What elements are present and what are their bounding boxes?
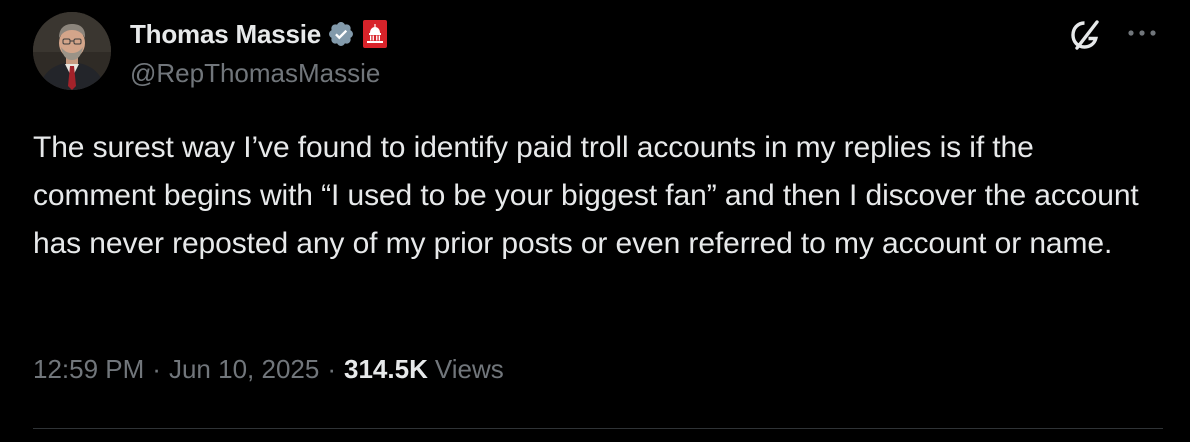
more-options-icon[interactable] bbox=[1122, 16, 1162, 50]
post-date[interactable]: Jun 10, 2025 bbox=[169, 354, 319, 385]
author-display-name[interactable]: Thomas Massie bbox=[130, 19, 321, 50]
author-handle[interactable]: @RepThomasMassie bbox=[130, 58, 380, 89]
views-label: Views bbox=[434, 354, 504, 384]
grok-icon[interactable] bbox=[1068, 18, 1102, 52]
avatar-photo bbox=[33, 12, 111, 90]
divider bbox=[33, 428, 1163, 429]
meta-separator: · bbox=[327, 354, 336, 384]
capitol-dome-icon bbox=[363, 20, 388, 48]
avatar[interactable] bbox=[33, 12, 111, 90]
meta-separator: · bbox=[152, 354, 161, 384]
tweet: Thomas Massie @RepThomasMassie The sures… bbox=[0, 0, 1190, 442]
views-count[interactable]: 314.5K bbox=[344, 354, 428, 385]
post-meta: 12:59 PM · Jun 10, 2025 · 314.5K Views bbox=[33, 354, 504, 385]
verified-badge-icon[interactable] bbox=[327, 20, 355, 48]
author-name-row: Thomas Massie bbox=[130, 16, 388, 52]
post-text: The surest way I’ve found to identify pa… bbox=[33, 131, 1147, 260]
post-time[interactable]: 12:59 PM bbox=[33, 354, 144, 385]
